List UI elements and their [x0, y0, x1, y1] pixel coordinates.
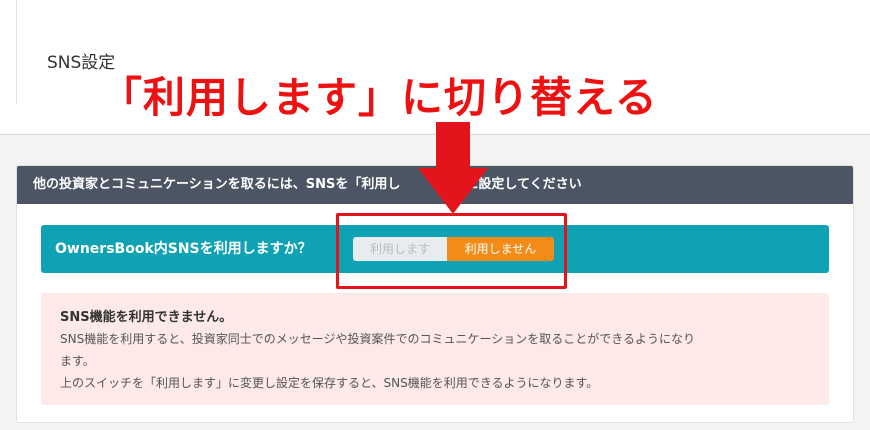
notice-line: 上のスイッチを「利用します」に変更し設定を保存すると、SNS機能を利用できるよう…	[60, 376, 599, 390]
notice-line: ます。	[60, 354, 95, 368]
notice-body: SNS機能を利用すると、投資家同士でのメッセージや投資案件でのコミュニケーション…	[60, 328, 820, 394]
highlight-box	[336, 213, 567, 289]
notice-line: SNS機能を利用すると、投資家同士でのメッセージや投資案件でのコミュニケーション…	[60, 332, 696, 346]
annotation-headline: 「利用します」に切り替える	[100, 73, 658, 122]
divider	[16, 0, 17, 104]
notice-box: SNS機能を利用できません。 SNS機能を利用すると、投資家同士でのメッセージや…	[41, 293, 829, 405]
down-arrow-icon	[418, 122, 488, 214]
sns-question-label: OwnersBook内SNSを利用しますか？	[55, 241, 312, 257]
notice-title: SNS機能を利用できません。	[60, 310, 233, 325]
